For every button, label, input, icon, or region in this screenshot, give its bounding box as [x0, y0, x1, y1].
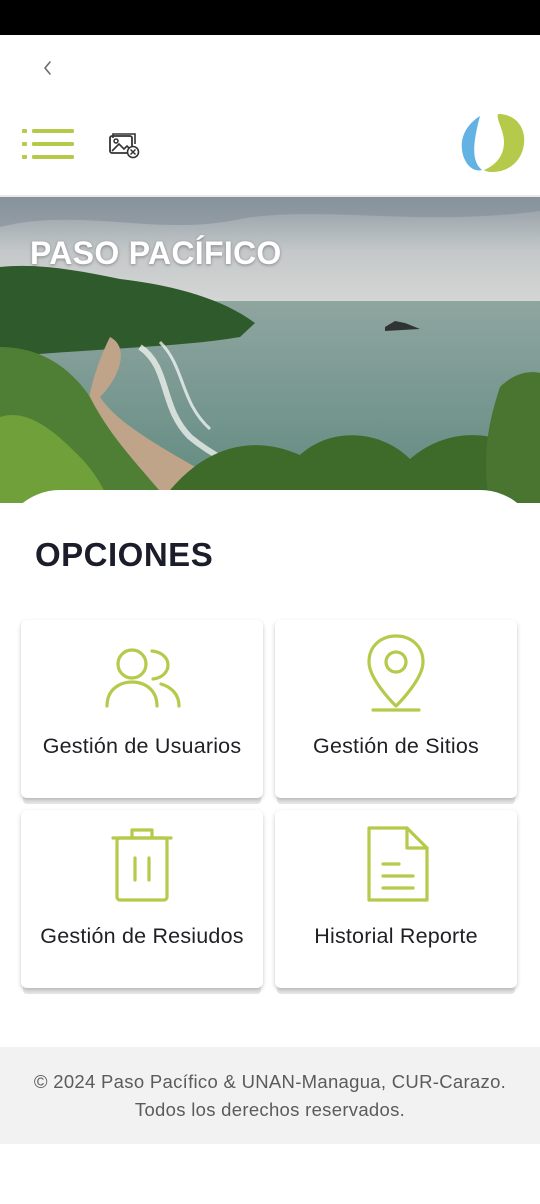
document-icon: [367, 826, 429, 902]
rights-text: Todos los derechos reservados.: [134, 1098, 406, 1120]
option-label: Historial Reporte: [314, 924, 478, 948]
hero-title: PASO PACÍFICO: [30, 235, 282, 271]
section-title: OPCIONES: [35, 536, 214, 573]
footer: © 2024 Paso Pacífico & UNAN-Managua, CUR…: [0, 1047, 540, 1144]
copyright-text: © 2024 Paso Pacífico & UNAN-Managua, CUR…: [33, 1070, 507, 1092]
list-menu-icon: [22, 129, 74, 159]
back-button[interactable]: [32, 52, 64, 84]
option-label: Gestión de Sitios: [313, 734, 479, 758]
hero-banner: PASO PACÍFICO: [0, 197, 540, 503]
users-icon: [105, 648, 181, 708]
option-card-report-history[interactable]: Historial Reporte: [275, 810, 517, 988]
paso-pacifico-logo: [458, 112, 526, 174]
option-label: Gestión de Usuarios: [42, 734, 242, 758]
map-pin-icon: [367, 634, 425, 712]
option-card-sites[interactable]: Gestión de Sitios: [275, 620, 517, 798]
option-card-users[interactable]: Gestión de Usuarios: [21, 620, 263, 798]
status-bar: [0, 0, 540, 35]
chevron-left-icon: [44, 61, 51, 75]
option-label: Gestión de Resiudos: [40, 924, 244, 948]
trash-icon: [111, 828, 173, 902]
option-card-waste[interactable]: Gestión de Resiudos: [21, 810, 263, 988]
image-off-icon: [109, 133, 140, 159]
menu-button[interactable]: [22, 128, 76, 160]
gallery-button[interactable]: [108, 132, 142, 160]
